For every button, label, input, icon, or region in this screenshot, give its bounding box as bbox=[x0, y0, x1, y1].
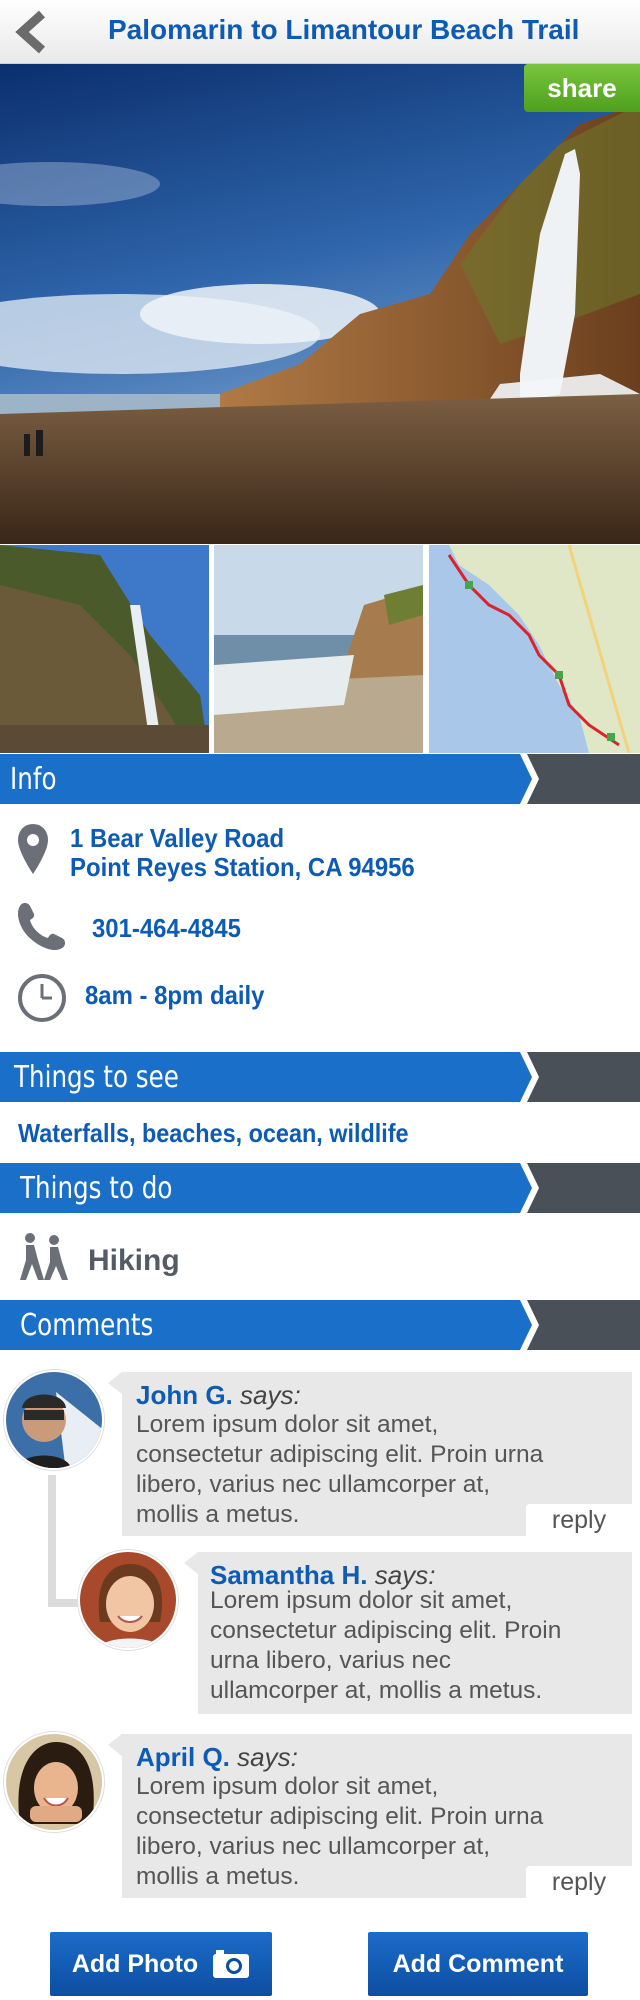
section-title-see: Things to see bbox=[14, 1060, 179, 1095]
comment-text: Lorem ipsum dolor sit amet, consectetur … bbox=[210, 1587, 562, 1704]
thread-connector bbox=[48, 1475, 56, 1607]
hero-photo[interactable] bbox=[0, 64, 640, 544]
bubble-tail bbox=[108, 1734, 122, 1756]
page-title: Palomarin to Limantour Beach Trail bbox=[108, 14, 580, 45]
commenter-name[interactable]: April Q. bbox=[136, 1742, 230, 1772]
add-comment-label: Add Comment bbox=[392, 1949, 564, 1978]
hiking-icon bbox=[16, 1232, 72, 1287]
address-line-1[interactable]: 1 Bear Valley Road bbox=[70, 823, 284, 853]
add-comment-button[interactable]: Add Comment bbox=[368, 1932, 588, 1996]
comment-header: John G. says: bbox=[136, 1380, 301, 1411]
section-title-do: Things to do bbox=[20, 1171, 173, 1206]
comment-text: Lorem ipsum dolor sit amet, consectetur … bbox=[136, 1773, 544, 1890]
clock-icon bbox=[16, 972, 68, 1029]
comment-bubble-john: John G. says: Lorem ipsum dolor sit amet… bbox=[122, 1372, 632, 1538]
section-bar-comments: Comments bbox=[0, 1300, 640, 1350]
thumbnail-waterfall[interactable] bbox=[0, 545, 209, 753]
phone-number[interactable]: 301-464-4845 bbox=[92, 913, 241, 943]
thumbnail-strip bbox=[0, 545, 640, 753]
back-button[interactable] bbox=[12, 10, 56, 54]
header-bar: Palomarin to Limantour Beach Trail bbox=[0, 0, 640, 64]
avatar-john[interactable] bbox=[4, 1370, 104, 1470]
share-button[interactable]: share bbox=[524, 64, 640, 112]
section-title-info: Info bbox=[10, 762, 57, 797]
camera-icon bbox=[212, 1949, 250, 1979]
bubble-tail bbox=[108, 1372, 122, 1394]
commenter-name[interactable]: John G. bbox=[136, 1380, 233, 1410]
section-bar-do: Things to do bbox=[0, 1163, 640, 1213]
things-to-see-text: Waterfalls, beaches, ocean, wildlife bbox=[18, 1118, 409, 1148]
chevron-left-icon bbox=[15, 10, 46, 54]
address-line-2[interactable]: Point Reyes Station, CA 94956 bbox=[70, 852, 415, 882]
opening-hours: 8am - 8pm daily bbox=[85, 980, 265, 1010]
location-pin-icon bbox=[16, 822, 50, 881]
comment-text: Lorem ipsum dolor sit amet, consectetur … bbox=[136, 1411, 544, 1528]
comment-header: April Q. says: bbox=[136, 1742, 298, 1773]
avatar-april[interactable] bbox=[4, 1732, 104, 1832]
comment-bubble-april: April Q. says: Lorem ipsum dolor sit ame… bbox=[122, 1734, 632, 1900]
says-label: says: bbox=[237, 1742, 298, 1772]
add-photo-label: Add Photo bbox=[71, 1949, 199, 1978]
activity-hiking: Hiking bbox=[88, 1244, 180, 1277]
thumbnail-map[interactable] bbox=[429, 545, 640, 753]
says-label: says: bbox=[240, 1380, 301, 1410]
comment-bubble-samantha: Samantha H. says: Lorem ipsum dolor sit … bbox=[198, 1552, 632, 1714]
reply-button[interactable]: reply bbox=[526, 1504, 632, 1538]
section-bar-see: Things to see bbox=[0, 1052, 640, 1102]
reply-button[interactable]: reply bbox=[526, 1866, 632, 1900]
section-title-comments: Comments bbox=[20, 1308, 154, 1343]
avatar-samantha[interactable] bbox=[78, 1550, 178, 1650]
bubble-tail bbox=[184, 1552, 198, 1574]
section-bar-info: Info bbox=[0, 754, 640, 804]
add-photo-button[interactable]: Add Photo bbox=[50, 1932, 272, 1996]
phone-icon bbox=[16, 900, 68, 957]
thumbnail-beach[interactable] bbox=[214, 545, 423, 753]
